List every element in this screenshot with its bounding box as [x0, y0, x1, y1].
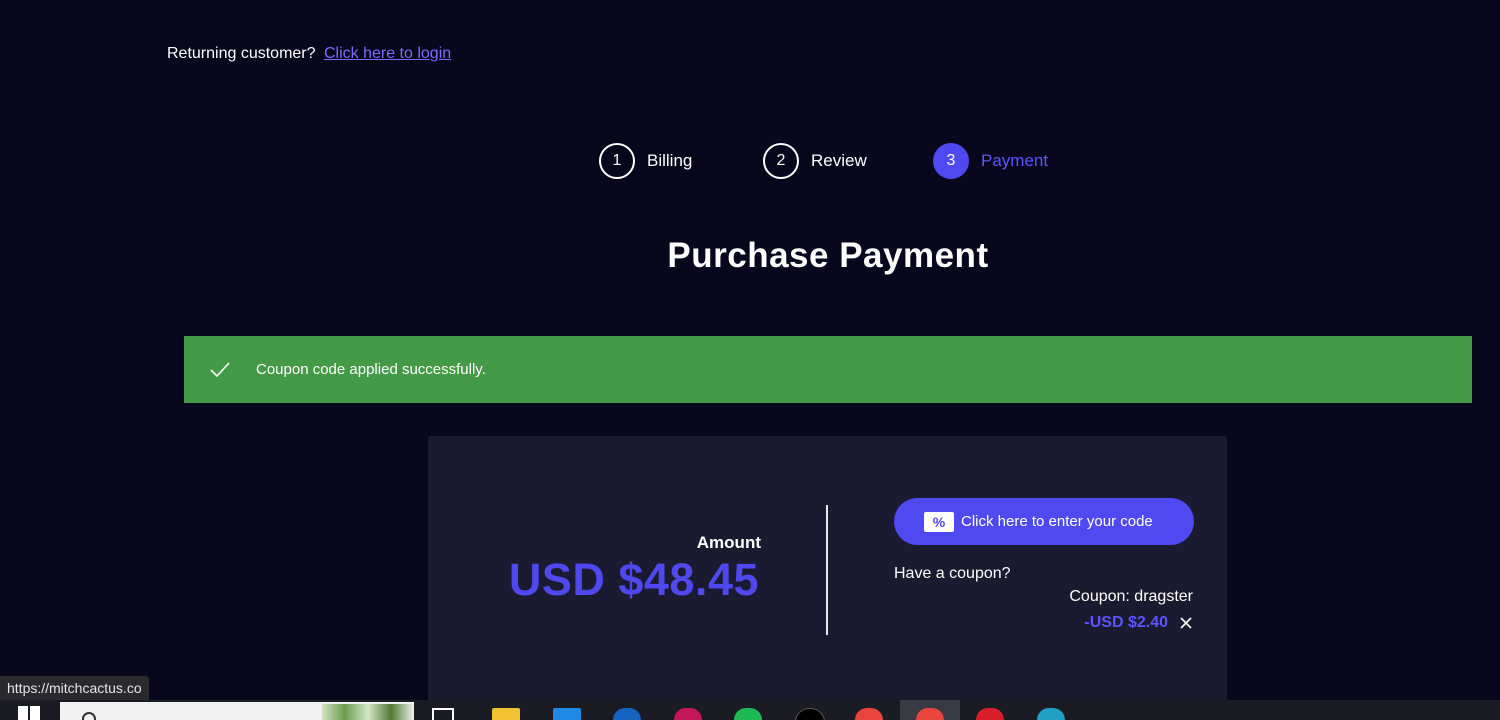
checkout-steps: 1 Billing 2 Review 3 Payment	[0, 143, 1500, 185]
returning-customer-row: Returning customer? Click here to login	[167, 45, 451, 63]
coupon-discount: -USD $2.40	[1084, 614, 1168, 631]
step-label: Billing	[647, 151, 693, 170]
remove-coupon-close-icon[interactable]	[1179, 616, 1193, 630]
edge-icon[interactable]	[1037, 708, 1065, 720]
have-coupon-text: Have a coupon?	[894, 565, 1011, 582]
coupon-ticket-icon: %	[924, 511, 954, 532]
page: Returning customer? Click here to login …	[0, 0, 1500, 720]
returning-customer-text: Returning customer?	[167, 45, 316, 62]
check-icon	[210, 361, 230, 377]
step-number: 2	[763, 143, 799, 179]
enter-code-label: Click here to enter your code	[961, 513, 1153, 530]
step-billing[interactable]: 1 Billing	[599, 143, 692, 179]
task-view-icon[interactable]	[432, 708, 454, 720]
amount-value: USD $48.45	[508, 554, 759, 605]
alert-message: Coupon code applied successfully.	[256, 361, 486, 378]
status-bar-url: https://mitchcactus.co	[0, 676, 149, 700]
store-icon[interactable]	[553, 708, 581, 720]
spotify-icon[interactable]	[734, 708, 762, 720]
file-explorer-icon[interactable]	[492, 708, 520, 720]
payment-card: Amount USD $48.45 % Click here to enter …	[428, 436, 1227, 720]
enter-code-button[interactable]: % Click here to enter your code	[894, 498, 1194, 545]
search-highlight-image	[322, 704, 414, 720]
login-link[interactable]: Click here to login	[324, 45, 451, 62]
app-icon[interactable]	[674, 708, 702, 720]
step-label: Payment	[981, 151, 1049, 170]
coupon-name: Coupon: dragster	[1069, 588, 1193, 605]
opera-icon[interactable]	[976, 708, 1004, 720]
success-alert: Coupon code applied successfully.	[184, 336, 1472, 403]
divider	[826, 505, 828, 635]
search-icon	[82, 712, 96, 720]
tiktok-icon[interactable]	[795, 708, 825, 720]
page-title: Purchase Payment	[667, 236, 989, 275]
step-review[interactable]: 2 Review	[763, 143, 867, 179]
taskbar	[0, 700, 1500, 720]
windows-start-icon[interactable]	[18, 706, 40, 720]
mail-icon[interactable]	[613, 708, 641, 720]
step-label: Review	[811, 151, 867, 170]
step-payment[interactable]: 3 Payment	[933, 143, 1048, 179]
chrome-icon[interactable]	[855, 708, 883, 720]
amount-label: Amount	[696, 533, 761, 552]
step-number: 3	[933, 143, 969, 179]
taskbar-search-box[interactable]	[60, 702, 414, 720]
step-number: 1	[599, 143, 635, 179]
